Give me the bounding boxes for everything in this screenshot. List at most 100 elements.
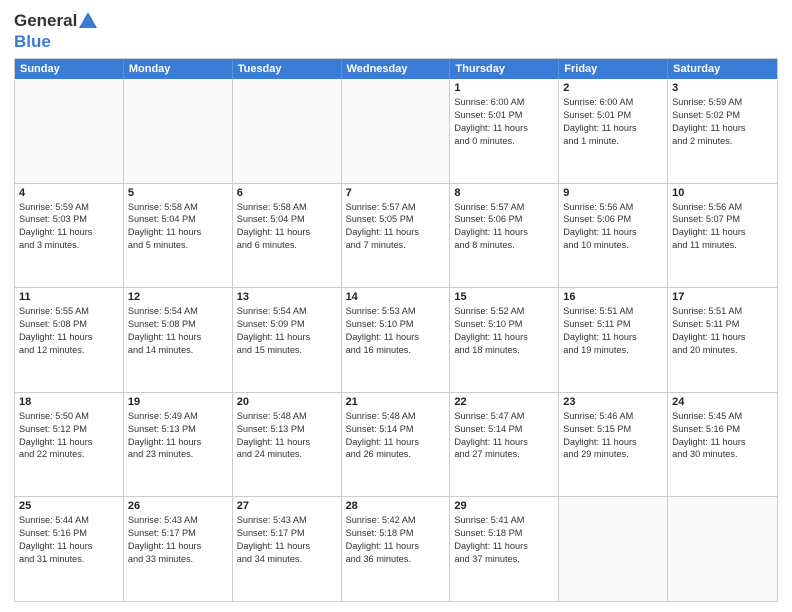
day-info: Sunrise: 5:51 AMSunset: 5:11 PMDaylight:…: [563, 305, 663, 357]
day-cell-17: 17 Sunrise: 5:51 AMSunset: 5:11 PMDayligh…: [668, 288, 777, 392]
day-number: 5: [128, 187, 228, 199]
day-cell-empty-0-3: [342, 79, 451, 183]
day-cell-27: 27Sunrise: 5:43 AMSunset: 5:17 PMDayligh…: [233, 497, 342, 601]
day-number: 9: [563, 187, 663, 199]
day-cell-2: 2 Sunrise: 6:00 AMSunset: 5:01 PMDaylight…: [559, 79, 668, 183]
day-info: Sunrise: 5:58 AMSunset: 5:04 PMDaylight:…: [128, 201, 228, 253]
day-number: 7: [346, 187, 446, 199]
day-cell-empty-4-5: [559, 497, 668, 601]
day-info: Sunrise: 5:53 AMSunset: 5:10 PMDaylight:…: [346, 305, 446, 357]
day-number: 2: [563, 82, 663, 94]
day-number: 13: [237, 291, 337, 303]
day-cell-empty-0-1: [124, 79, 233, 183]
day-cell-18: 18 Sunrise: 5:50 AMSunset: 5:12 PMDayligh…: [15, 393, 124, 497]
day-info: Sunrise: 5:58 AMSunset: 5:04 PMDaylight:…: [237, 201, 337, 253]
day-number: 23: [563, 396, 663, 408]
day-info: Sunrise: 5:47 AMSunset: 5:14 PMDaylight:…: [454, 410, 554, 462]
calendar-body: 1 Sunrise: 6:00 AMSunset: 5:01 PMDaylight…: [15, 79, 777, 601]
day-info: Sunrise: 5:56 AMSunset: 5:07 PMDaylight:…: [672, 201, 773, 253]
day-cell-5: 5 Sunrise: 5:58 AMSunset: 5:04 PMDaylight…: [124, 184, 233, 288]
day-info: Sunrise: 5:42 AMSunset: 5:18 PMDaylight:…: [346, 514, 446, 566]
day-number: 22: [454, 396, 554, 408]
header-day-sunday: Sunday: [15, 59, 124, 79]
calendar-week-1: 1 Sunrise: 6:00 AMSunset: 5:01 PMDaylight…: [15, 79, 777, 184]
day-cell-1: 1 Sunrise: 6:00 AMSunset: 5:01 PMDaylight…: [450, 79, 559, 183]
calendar-week-3: 11 Sunrise: 5:55 AMSunset: 5:08 PMDayligh…: [15, 288, 777, 393]
day-info: Sunrise: 5:46 AMSunset: 5:15 PMDaylight:…: [563, 410, 663, 462]
header-day-thursday: Thursday: [450, 59, 559, 79]
day-cell-11: 11 Sunrise: 5:55 AMSunset: 5:08 PMDayligh…: [15, 288, 124, 392]
day-cell-empty-0-0: [15, 79, 124, 183]
day-number: 1: [454, 82, 554, 94]
day-cell-23: 23 Sunrise: 5:46 AMSunset: 5:15 PMDayligh…: [559, 393, 668, 497]
day-info: Sunrise: 5:54 AMSunset: 5:08 PMDaylight:…: [128, 305, 228, 357]
day-info: Sunrise: 5:44 AMSunset: 5:16 PMDaylight:…: [19, 514, 119, 566]
header-day-wednesday: Wednesday: [342, 59, 451, 79]
day-number: 25: [19, 500, 119, 512]
day-info: Sunrise: 5:48 AMSunset: 5:14 PMDaylight:…: [346, 410, 446, 462]
day-info: Sunrise: 5:43 AMSunset: 5:17 PMDaylight:…: [128, 514, 228, 566]
day-cell-10: 10 Sunrise: 5:56 AMSunset: 5:07 PMDayligh…: [668, 184, 777, 288]
calendar: SundayMondayTuesdayWednesdayThursdayFrid…: [14, 58, 778, 602]
day-cell-19: 19 Sunrise: 5:49 AMSunset: 5:13 PMDayligh…: [124, 393, 233, 497]
day-number: 16: [563, 291, 663, 303]
day-info: Sunrise: 5:54 AMSunset: 5:09 PMDaylight:…: [237, 305, 337, 357]
logo-icon: [77, 10, 99, 32]
day-number: 20: [237, 396, 337, 408]
day-cell-16: 16 Sunrise: 5:51 AMSunset: 5:11 PMDayligh…: [559, 288, 668, 392]
day-number: 17: [672, 291, 773, 303]
calendar-header: SundayMondayTuesdayWednesdayThursdayFrid…: [15, 59, 777, 79]
day-number: 12: [128, 291, 228, 303]
day-number: 27: [237, 500, 337, 512]
day-number: 14: [346, 291, 446, 303]
header-day-saturday: Saturday: [668, 59, 777, 79]
day-cell-8: 8Sunrise: 5:57 AMSunset: 5:06 PMDaylight…: [450, 184, 559, 288]
header: General Blue: [14, 10, 778, 52]
day-cell-14: 14 Sunrise: 5:53 AMSunset: 5:10 PMDayligh…: [342, 288, 451, 392]
day-number: 29: [454, 500, 554, 512]
day-cell-22: 22 Sunrise: 5:47 AMSunset: 5:14 PMDayligh…: [450, 393, 559, 497]
day-info: Sunrise: 5:51 AMSunset: 5:11 PMDaylight:…: [672, 305, 773, 357]
calendar-week-4: 18 Sunrise: 5:50 AMSunset: 5:12 PMDayligh…: [15, 393, 777, 498]
day-number: 11: [19, 291, 119, 303]
day-info: Sunrise: 5:59 AMSunset: 5:03 PMDaylight:…: [19, 201, 119, 253]
day-number: 19: [128, 396, 228, 408]
day-number: 18: [19, 396, 119, 408]
day-cell-21: 21 Sunrise: 5:48 AMSunset: 5:14 PMDayligh…: [342, 393, 451, 497]
day-info: Sunrise: 5:49 AMSunset: 5:13 PMDaylight:…: [128, 410, 228, 462]
day-info: Sunrise: 5:56 AMSunset: 5:06 PMDaylight:…: [563, 201, 663, 253]
day-info: Sunrise: 6:00 AMSunset: 5:01 PMDaylight:…: [563, 96, 663, 148]
day-cell-3: 3 Sunrise: 5:59 AMSunset: 5:02 PMDaylight…: [668, 79, 777, 183]
day-cell-29: 29Sunrise: 5:41 AMSunset: 5:18 PMDayligh…: [450, 497, 559, 601]
day-number: 28: [346, 500, 446, 512]
day-info: Sunrise: 5:55 AMSunset: 5:08 PMDaylight:…: [19, 305, 119, 357]
day-cell-25: 25 Sunrise: 5:44 AMSunset: 5:16 PMDayligh…: [15, 497, 124, 601]
day-cell-6: 6 Sunrise: 5:58 AMSunset: 5:04 PMDaylight…: [233, 184, 342, 288]
logo-general: General: [14, 11, 77, 31]
day-number: 4: [19, 187, 119, 199]
day-number: 6: [237, 187, 337, 199]
day-number: 26: [128, 500, 228, 512]
calendar-week-2: 4 Sunrise: 5:59 AMSunset: 5:03 PMDaylight…: [15, 184, 777, 289]
day-number: 10: [672, 187, 773, 199]
day-cell-7: 7 Sunrise: 5:57 AMSunset: 5:05 PMDaylight…: [342, 184, 451, 288]
day-cell-28: 28 Sunrise: 5:42 AMSunset: 5:18 PMDayligh…: [342, 497, 451, 601]
day-number: 24: [672, 396, 773, 408]
day-info: Sunrise: 5:45 AMSunset: 5:16 PMDaylight:…: [672, 410, 773, 462]
day-number: 21: [346, 396, 446, 408]
day-cell-4: 4 Sunrise: 5:59 AMSunset: 5:03 PMDaylight…: [15, 184, 124, 288]
day-info: Sunrise: 5:59 AMSunset: 5:02 PMDaylight:…: [672, 96, 773, 148]
day-cell-9: 9 Sunrise: 5:56 AMSunset: 5:06 PMDaylight…: [559, 184, 668, 288]
logo: General Blue: [14, 10, 99, 52]
day-number: 15: [454, 291, 554, 303]
header-day-tuesday: Tuesday: [233, 59, 342, 79]
day-cell-15: 15Sunrise: 5:52 AMSunset: 5:10 PMDayligh…: [450, 288, 559, 392]
page: General Blue SundayMondayTuesdayWednesda…: [0, 0, 792, 612]
day-info: Sunrise: 6:00 AMSunset: 5:01 PMDaylight:…: [454, 96, 554, 148]
day-info: Sunrise: 5:57 AMSunset: 5:05 PMDaylight:…: [346, 201, 446, 253]
day-info: Sunrise: 5:50 AMSunset: 5:12 PMDaylight:…: [19, 410, 119, 462]
calendar-week-5: 25 Sunrise: 5:44 AMSunset: 5:16 PMDayligh…: [15, 497, 777, 601]
day-info: Sunrise: 5:57 AMSunset: 5:06 PMDaylight:…: [454, 201, 554, 253]
day-number: 3: [672, 82, 773, 94]
day-cell-26: 26 Sunrise: 5:43 AMSunset: 5:17 PMDayligh…: [124, 497, 233, 601]
